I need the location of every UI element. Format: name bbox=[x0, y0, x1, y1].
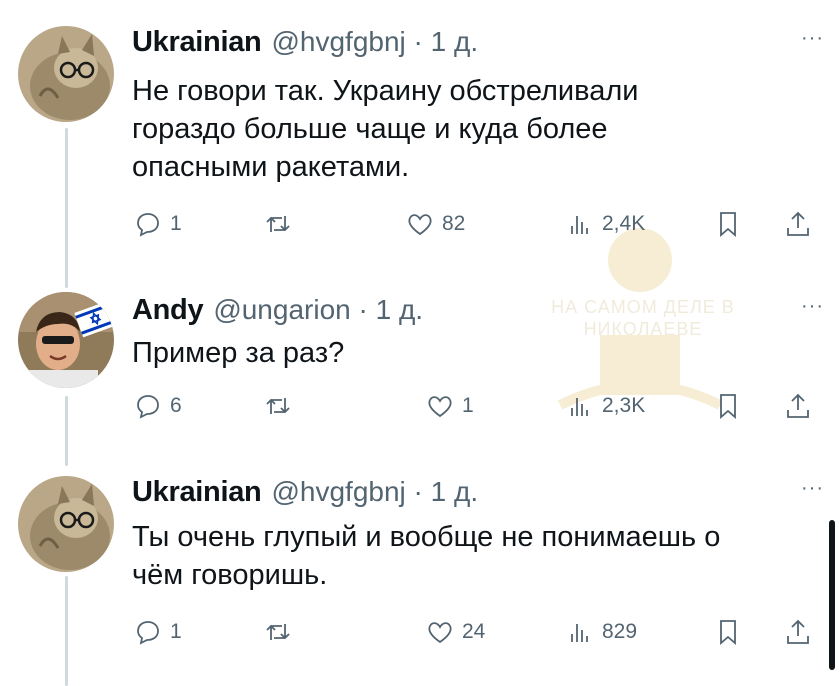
views-icon bbox=[571, 216, 588, 234]
like-button[interactable]: 82 bbox=[404, 204, 465, 244]
bookmark-button[interactable] bbox=[712, 612, 744, 652]
heart-icon bbox=[428, 622, 452, 644]
display-name[interactable]: Andy bbox=[132, 294, 204, 327]
share-icon bbox=[787, 619, 809, 644]
share-button[interactable] bbox=[782, 612, 814, 652]
reply-icon bbox=[137, 621, 159, 645]
tweet-header: Ukrainian @hvgfgbnj · 1 д. bbox=[132, 476, 478, 516]
retweet-button[interactable] bbox=[262, 204, 300, 244]
tweet[interactable]: Ukrainian @hvgfgbnj · 1 д. ··· Не говори… bbox=[0, 22, 840, 262]
heart-icon bbox=[408, 214, 432, 236]
tweet-header: Andy @ungarion · 1 д. bbox=[132, 294, 423, 334]
tweet-text: Ты очень глупый и вообще не понимаешь о … bbox=[132, 521, 721, 591]
retweet-icon bbox=[266, 398, 290, 414]
tweet-text: Пример за раз? bbox=[132, 337, 345, 369]
views-icon bbox=[571, 624, 588, 642]
handle-and-time[interactable]: @ungarion · 1 д. bbox=[213, 294, 423, 326]
handle-and-time[interactable]: @hvgfgbnj · 1 д. bbox=[271, 26, 478, 58]
more-options-icon[interactable]: ··· bbox=[801, 28, 824, 48]
display-name[interactable]: Ukrainian bbox=[132, 26, 262, 59]
retweet-icon bbox=[266, 216, 290, 232]
retweet-button[interactable] bbox=[262, 612, 300, 652]
more-options-icon[interactable]: ··· bbox=[801, 296, 824, 316]
bookmark-button[interactable] bbox=[712, 386, 744, 426]
retweet-icon bbox=[266, 624, 290, 640]
views-icon bbox=[571, 398, 588, 416]
tweet-header: Ukrainian @hvgfgbnj · 1 д. bbox=[132, 26, 478, 66]
scrollbar[interactable] bbox=[829, 520, 835, 670]
cat-with-glasses-avatar bbox=[18, 476, 114, 572]
bookmark-icon bbox=[720, 212, 736, 237]
reply-button[interactable]: 1 bbox=[132, 612, 182, 652]
bookmark-icon bbox=[720, 394, 736, 419]
display-name[interactable]: Ukrainian bbox=[132, 476, 262, 509]
views-button[interactable]: 2,4K bbox=[564, 204, 645, 244]
views-count: 2,4K bbox=[602, 212, 646, 235]
reply-count: 1 bbox=[170, 620, 182, 643]
reply-icon bbox=[137, 395, 159, 419]
like-count: 24 bbox=[462, 620, 486, 643]
share-button[interactable] bbox=[782, 386, 814, 426]
like-button[interactable]: 1 bbox=[424, 386, 474, 426]
handle-and-time[interactable]: @hvgfgbnj · 1 д. bbox=[271, 476, 478, 508]
tweet[interactable]: Ukrainian @hvgfgbnj · 1 д. ··· Ты очень … bbox=[0, 472, 840, 686]
heart-icon bbox=[428, 396, 452, 418]
share-icon bbox=[787, 393, 809, 418]
bookmark-button[interactable] bbox=[712, 204, 744, 244]
bookmark-icon bbox=[720, 620, 736, 645]
tweet-text: Не говори так. Украину обстреливали гора… bbox=[132, 75, 639, 183]
reply-count: 6 bbox=[170, 394, 182, 417]
share-button[interactable] bbox=[782, 204, 814, 244]
tweet-actions: 1 82 2,4K bbox=[132, 204, 822, 244]
reply-count: 1 bbox=[170, 212, 182, 235]
like-button[interactable]: 24 bbox=[424, 612, 485, 652]
avatar[interactable] bbox=[18, 476, 114, 572]
reply-button[interactable]: 1 bbox=[132, 204, 182, 244]
tweet-actions: 6 1 2,3K bbox=[132, 386, 822, 426]
views-count: 2,3K bbox=[602, 394, 646, 417]
tweet-actions: 1 24 829 bbox=[132, 612, 822, 652]
views-count: 829 bbox=[602, 620, 638, 643]
avatar[interactable] bbox=[18, 26, 114, 122]
views-button[interactable]: 829 bbox=[564, 612, 637, 652]
reply-button[interactable]: 6 bbox=[132, 386, 182, 426]
like-count: 1 bbox=[462, 394, 474, 417]
man-with-israel-flag-avatar bbox=[18, 292, 114, 388]
retweet-button[interactable] bbox=[262, 386, 300, 426]
more-options-icon[interactable]: ··· bbox=[801, 478, 824, 498]
views-button[interactable]: 2,3K bbox=[564, 386, 645, 426]
like-count: 82 bbox=[442, 212, 466, 235]
cat-with-glasses-avatar bbox=[18, 26, 114, 122]
tweet[interactable]: Andy @ungarion · 1 д. ··· Пример за раз?… bbox=[0, 290, 840, 440]
reply-icon bbox=[137, 213, 159, 237]
avatar[interactable] bbox=[18, 292, 114, 388]
share-icon bbox=[787, 211, 809, 236]
